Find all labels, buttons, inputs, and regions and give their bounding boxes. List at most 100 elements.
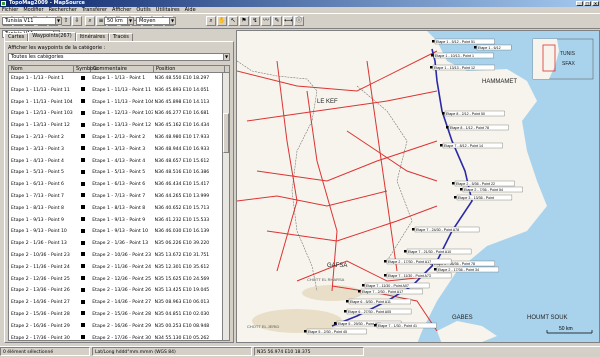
waypoint-marker[interactable]: Etape 2 - 17/30 - Point A17 <box>384 258 452 265</box>
table-row[interactable]: Etape 1 - 3/13 - Point 3 Etape 1 - 3/13 -… <box>9 144 223 156</box>
zoom-scale-value: 50 km <box>107 18 123 24</box>
waypoint-marker[interactable]: Etape 1 - 6/12 <box>474 44 512 51</box>
waypoint-comment: Etape 2 - 14/36 - Point 27 <box>92 300 151 306</box>
table-row[interactable]: Etape 1 - 11/13 - Point 11 Etape 1 - 11/1… <box>9 85 223 97</box>
selection-tool-icon[interactable]: ↖ <box>228 16 238 26</box>
waypoint-marker[interactable]: Etape 7 - 8/12 - Point 14 <box>440 142 503 149</box>
status-format: Lat/Long hddd°mm.mmm (WGS 84) <box>92 347 252 356</box>
waypoint-flag-icon <box>460 188 463 191</box>
close-button[interactable]: × <box>592 1 599 6</box>
category-select[interactable]: Toutes les catégories ▼ <box>8 53 230 61</box>
tab-cartes[interactable]: Cartes <box>4 33 29 41</box>
waypoint-label: Etape 6 - 27/30 - Point A05 <box>348 310 391 314</box>
table-row[interactable]: Etape 1 - 9/13 - Point 10 Etape 1 - 9/13 … <box>9 226 223 238</box>
map-label-chott-el-rharsa: CHOTT EL RHARSA <box>307 277 345 282</box>
table-row[interactable]: Etape 1 - 11/13 - Point 104 Etape 1 - 11/… <box>9 97 223 109</box>
maximize-button[interactable]: □ <box>584 1 591 6</box>
table-row[interactable]: Etape 2 - 17/36 - Point 30 Etape 2 - 17/3… <box>9 333 223 341</box>
table-row[interactable]: Etape 1 - 9/13 - Point 9 Etape 1 - 9/13 -… <box>9 215 223 227</box>
waypoint-marker[interactable]: Etape 7 - 11/30 - Point A07 <box>362 282 430 289</box>
waypoint-position: N36 45.898 E10 14.113 <box>154 99 210 105</box>
receive-from-device-icon[interactable]: ⇩ <box>72 16 82 26</box>
waypoint-marker[interactable]: Etape 7 - 21/30 - Point A10 <box>404 248 472 255</box>
waypoint-marker[interactable]: Etape 8 - 1/12 - Point 78 <box>446 124 509 131</box>
status-selection: 0 élément sélectionné <box>0 347 90 356</box>
minimize-button[interactable]: _ <box>576 1 583 6</box>
distance-tool-icon[interactable]: ⟷ <box>283 16 293 26</box>
route-tool-icon[interactable]: ↯ <box>250 16 260 26</box>
tab-itineraires[interactable]: Itinéraires <box>75 33 109 41</box>
table-row[interactable]: Etape 1 - 13/13 - Point 12 Etape 1 - 13/1… <box>9 120 223 132</box>
flag-symbol-icon <box>81 181 86 186</box>
table-row[interactable]: Etape 1 - 7/13 - Point 7 Etape 1 - 7/13 -… <box>9 191 223 203</box>
vertical-scrollbar[interactable] <box>222 73 229 340</box>
track-tool-icon[interactable]: 〰 <box>261 16 271 26</box>
waypoint-marker[interactable]: Etape 7 - 11/30 - Point A73 <box>384 272 452 279</box>
table-row[interactable]: Etape 1 - 1/13 - Point 1 Etape 1 - 1/13 -… <box>9 73 223 85</box>
overview-map[interactable]: TUNIS SFAX <box>532 38 594 80</box>
flag-symbol-icon <box>81 87 86 92</box>
table-row[interactable]: Etape 2 - 14/36 - Point 27 Etape 2 - 14/3… <box>9 297 223 309</box>
waypoint-name: Etape 1 - 8/13 - Point 8 <box>11 205 64 211</box>
waypoint-marker[interactable]: Etape 2 - 17/36 - Point 34 <box>434 266 499 273</box>
waypoint-label: Etape 1 - 5/12 - Point 51 <box>436 40 475 44</box>
waypoint-label: Etape 7 - 24/30 - Point A78 <box>416 228 459 232</box>
waypoint-position: N34 55.130 E10 05.262 <box>154 335 210 341</box>
table-row[interactable]: Etape 1 - 8/13 - Point 8 Etape 1 - 8/13 -… <box>9 203 223 215</box>
table-row[interactable]: Etape 1 - 4/13 - Point 4 Etape 1 - 4/13 -… <box>9 156 223 168</box>
table-row[interactable]: Etape 2 - 1/36 - Point 13 Etape 2 - 1/36 … <box>9 238 223 250</box>
tab-traces[interactable]: Tracés <box>108 33 133 41</box>
waypoint-marker[interactable]: Etape 6 - 5/30 - Point A11 <box>346 298 411 305</box>
scrollbar-thumb[interactable] <box>223 113 229 153</box>
hand-tool-icon[interactable]: ✋ <box>217 16 227 26</box>
zoom-tool-icon[interactable]: ⌕ <box>206 16 216 26</box>
flag-symbol-icon <box>81 323 86 328</box>
table-row[interactable]: Etape 1 - 5/13 - Point 5 Etape 1 - 5/13 -… <box>9 167 223 179</box>
waypoint-symbol-cell <box>73 167 90 179</box>
waypoint-tool-icon[interactable]: ⚑ <box>239 16 249 26</box>
table-row[interactable]: Etape 2 - 13/36 - Point 26 Etape 2 - 13/3… <box>9 285 223 297</box>
flag-symbol-icon <box>81 99 86 104</box>
detail-level-select[interactable]: Moyen ▼ <box>136 17 176 25</box>
waypoint-marker[interactable]: Etape 7 - 1/30 - Point 41 <box>374 322 437 329</box>
find-icon[interactable]: ⌕ <box>85 16 95 26</box>
map-view[interactable]: HAMMAMET LE KEF GAFSA CHOTT EL RHARSA CH… <box>236 30 600 343</box>
waypoint-symbol-cell <box>73 285 90 297</box>
flag-symbol-icon <box>81 311 86 316</box>
table-row[interactable]: Etape 2 - 11/36 - Point 24 Etape 2 - 11/3… <box>9 262 223 274</box>
waypoint-marker[interactable]: Etape 1 - 5/12 - Point 51 <box>432 38 495 45</box>
waypoint-comment: Etape 1 - 9/13 - Point 9 <box>92 217 146 223</box>
waypoint-marker[interactable]: Etape 2 - 5/36 - Point 22 <box>452 180 515 187</box>
waypoint-marker[interactable]: Etape 3 - 13/36 - Point <box>454 194 513 201</box>
column-header-symbole[interactable]: Symbole <box>74 66 98 72</box>
column-header-commentaire[interactable]: Commentaire <box>91 66 154 72</box>
table-row[interactable]: Etape 2 - 15/36 - Point 28 Etape 2 - 15/3… <box>9 309 223 321</box>
column-header-position[interactable]: Position <box>154 66 225 72</box>
waypoint-marker[interactable]: Etape 6 - 27/30 - Point A05 <box>344 308 412 315</box>
table-row[interactable]: Etape 2 - 16/36 - Point 29 Etape 2 - 16/3… <box>9 321 223 333</box>
table-row[interactable]: Etape 2 - 12/36 - Point 25 Etape 2 - 12/3… <box>9 274 223 286</box>
table-row[interactable]: Etape 2 - 10/36 - Point 23 Etape 2 - 10/3… <box>9 250 223 262</box>
waypoint-marker[interactable]: Etape 1 - 13/13 - Point 12 <box>430 64 495 71</box>
column-header-nom[interactable]: Nom <box>9 66 74 72</box>
waypoint-symbol-cell <box>73 120 90 132</box>
waypoint-marker[interactable]: Etape 7 - 2/30 - Point A17 <box>358 288 423 295</box>
waypoint-marker[interactable]: Etape 8 - 2/12 - Point 50 <box>442 110 505 117</box>
table-row[interactable]: Etape 1 - 12/13 - Point 103 Etape 1 - 12/… <box>9 108 223 120</box>
waypoint-marker[interactable]: Etape 5 - 2/30 - Point 45 <box>304 328 367 335</box>
zoom-scale-select[interactable]: 50 km ▼ <box>104 17 134 25</box>
chevron-down-icon: ▼ <box>223 54 229 60</box>
waypoint-marker[interactable]: Etape 1 - 10/13 - Point 1 <box>431 52 494 59</box>
map-product-combo[interactable]: Tunisia V11 ▼ <box>2 17 62 25</box>
table-row[interactable]: Etape 1 - 6/13 - Point 6 Etape 1 - 6/13 -… <box>9 179 223 191</box>
waypoint-marker[interactable]: Etape 7 - 24/30 - Point A78 <box>412 226 480 233</box>
category-value: Toutes les catégories <box>11 54 64 60</box>
waypoint-marker[interactable]: Etape 2 - 7/36 - Point 54 <box>460 186 523 193</box>
eraser-tool-icon[interactable]: ✎ <box>272 16 282 26</box>
tab-waypoints[interactable]: Waypoints(267) <box>28 32 76 41</box>
waypoint-symbol-cell <box>73 85 90 97</box>
send-to-device-icon[interactable]: ⇧ <box>61 16 71 26</box>
map-info-icon[interactable]: ⓘ <box>294 16 304 26</box>
map-canvas[interactable]: HAMMAMET LE KEF GAFSA CHOTT EL RHARSA CH… <box>237 31 600 343</box>
table-row[interactable]: Etape 1 - 2/13 - Point 2 Etape 1 - 2/13 -… <box>9 132 223 144</box>
